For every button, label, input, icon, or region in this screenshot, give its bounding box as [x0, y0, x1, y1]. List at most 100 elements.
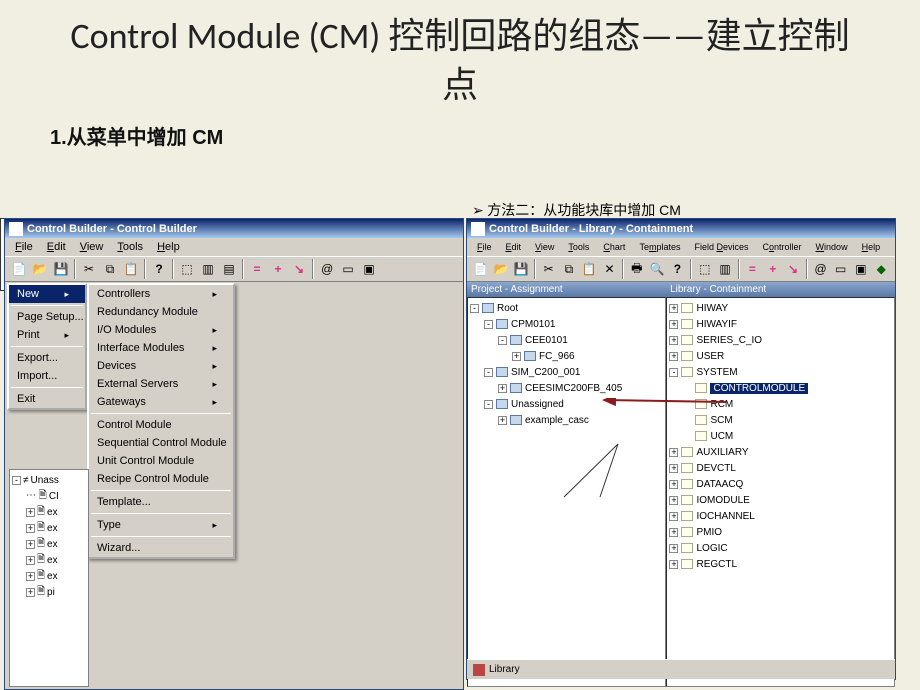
new-external-servers[interactable]: External Servers — [89, 375, 233, 393]
new-io-modules[interactable]: I/O Modules — [89, 321, 233, 339]
tb-at[interactable]: @ — [811, 259, 830, 279]
tb-at[interactable]: @ — [317, 259, 337, 279]
menu-help[interactable]: Help — [856, 241, 887, 253]
library-node[interactable]: +DATAACQ — [669, 476, 892, 492]
library-node[interactable]: -SYSTEM — [669, 364, 892, 380]
new-wizard[interactable]: Wizard... — [89, 539, 233, 557]
new-ucm[interactable]: Unit Control Module — [89, 452, 233, 470]
new-controllers[interactable]: Controllers — [89, 285, 233, 303]
file-print[interactable]: Print — [9, 326, 85, 344]
tb-box2[interactable]: ▣ — [359, 259, 379, 279]
tb-layout1[interactable]: ▥ — [198, 259, 218, 279]
new-scm[interactable]: Sequential Control Module — [89, 434, 233, 452]
new-rcm[interactable]: Recipe Control Module — [89, 470, 233, 488]
tb-green[interactable]: ◆ — [872, 259, 891, 279]
tb-box1[interactable]: ▭ — [831, 259, 850, 279]
new-submenu[interactable]: Controllers Redundancy Module I/O Module… — [87, 283, 235, 559]
library-node[interactable]: +PMIO — [669, 524, 892, 540]
project-node[interactable]: -CEE0101 — [470, 332, 663, 348]
project-node[interactable]: -Unassigned — [470, 396, 663, 412]
tb-save[interactable]: 💾 — [512, 259, 531, 279]
menu-edit[interactable]: Edit — [41, 240, 72, 254]
tb-pink-link[interactable]: ↘ — [783, 259, 802, 279]
library-node[interactable]: UCM — [669, 428, 892, 444]
tb-pink-eq[interactable]: = — [247, 259, 267, 279]
library-node[interactable]: +IOCHANNEL — [669, 508, 892, 524]
new-redundancy[interactable]: Redundancy Module — [89, 303, 233, 321]
menu-window[interactable]: Window — [810, 241, 854, 253]
library-node[interactable]: RCM — [669, 396, 892, 412]
new-type[interactable]: Type — [89, 516, 233, 534]
left-tree[interactable]: -≠ Unass ⋯ 🗎 CI +🗎 ex +🗎 ex +🗎 ex +🗎 ex … — [9, 469, 89, 687]
menu-tools[interactable]: Tools — [111, 240, 149, 254]
project-node[interactable]: -CPM0101 — [470, 316, 663, 332]
project-node[interactable]: +FC_966 — [470, 348, 663, 364]
tb-pink-link[interactable]: ↘ — [289, 259, 309, 279]
menu-field-devices[interactable]: Field Devices — [688, 241, 754, 253]
library-node[interactable]: +LOGIC — [669, 540, 892, 556]
library-node[interactable]: +HIWAY — [669, 300, 892, 316]
file-exit[interactable]: Exit — [9, 390, 85, 408]
new-devices[interactable]: Devices — [89, 357, 233, 375]
library-node[interactable]: +REGCTL — [669, 556, 892, 572]
tb-cut[interactable]: ✂ — [539, 259, 558, 279]
new-interface-modules[interactable]: Interface Modules — [89, 339, 233, 357]
tb-layout2[interactable]: ▤ — [219, 259, 239, 279]
file-menu[interactable]: New Page Setup... Print Export... Import… — [7, 283, 87, 410]
project-node[interactable]: +example_casc — [470, 412, 663, 428]
project-node[interactable]: -Root — [470, 300, 663, 316]
file-page-setup[interactable]: Page Setup... — [9, 308, 85, 326]
menu-edit[interactable]: Edit — [500, 241, 528, 253]
tb-help-cursor[interactable]: ? — [149, 259, 169, 279]
tb-layout[interactable]: ▥ — [715, 259, 734, 279]
tb-find[interactable]: 🔍 — [648, 259, 667, 279]
menu-chart[interactable]: Chart — [597, 241, 631, 253]
file-new[interactable]: New — [9, 285, 85, 303]
menu-controller[interactable]: Controller — [757, 241, 808, 253]
tb-tree[interactable]: ⬚ — [177, 259, 197, 279]
tb-print[interactable]: 🖶 — [627, 259, 646, 279]
project-node[interactable]: -SIM_C200_001 — [470, 364, 663, 380]
tb-delete[interactable]: ✕ — [600, 259, 619, 279]
project-tree[interactable]: -Root-CPM0101-CEE0101+FC_966-SIM_C200_00… — [467, 297, 666, 687]
tb-paste[interactable]: 📋 — [121, 259, 141, 279]
menu-file[interactable]: File — [9, 240, 39, 254]
library-node[interactable]: +HIWAYIF — [669, 316, 892, 332]
new-template[interactable]: Template... — [89, 493, 233, 511]
menu-help[interactable]: Help — [151, 240, 186, 254]
file-import[interactable]: Import... — [9, 367, 85, 385]
menu-view[interactable]: View — [529, 241, 560, 253]
tb-pink-plus[interactable]: + — [268, 259, 288, 279]
tb-cut[interactable]: ✂ — [79, 259, 99, 279]
menu-tools[interactable]: Tools — [562, 241, 595, 253]
tb-box1[interactable]: ▭ — [338, 259, 358, 279]
library-tree[interactable]: +HIWAY+HIWAYIF+SERIES_C_IO+USER-SYSTEMCO… — [666, 297, 895, 687]
status-tab[interactable]: Library — [489, 664, 520, 675]
tb-copy[interactable]: ⧉ — [100, 259, 120, 279]
tb-help-cursor[interactable]: ? — [668, 259, 687, 279]
tb-save[interactable]: 💾 — [51, 259, 71, 279]
project-node[interactable]: +CEESIMC200FB_405 — [470, 380, 663, 396]
tb-new[interactable]: 📄 — [471, 259, 490, 279]
tb-tree[interactable]: ⬚ — [695, 259, 714, 279]
library-node[interactable]: +SERIES_C_IO — [669, 332, 892, 348]
tb-open[interactable]: 📂 — [491, 259, 510, 279]
library-node[interactable]: CONTROLMODULE — [669, 380, 892, 396]
tb-pink-plus[interactable]: + — [763, 259, 782, 279]
library-node[interactable]: +DEVCTL — [669, 460, 892, 476]
right-menubar[interactable]: File Edit View Tools Chart Templates Fie… — [467, 238, 895, 256]
tb-box2[interactable]: ▣ — [851, 259, 870, 279]
left-menubar[interactable]: File Edit View Tools Help — [5, 238, 463, 256]
library-node[interactable]: +USER — [669, 348, 892, 364]
tb-open[interactable]: 📂 — [30, 259, 50, 279]
library-node[interactable]: SCM — [669, 412, 892, 428]
menu-view[interactable]: View — [74, 240, 110, 254]
tb-paste[interactable]: 📋 — [580, 259, 599, 279]
tb-pink-eq[interactable]: = — [743, 259, 762, 279]
file-export[interactable]: Export... — [9, 349, 85, 367]
menu-file[interactable]: File — [471, 241, 498, 253]
library-node[interactable]: +AUXILIARY — [669, 444, 892, 460]
tb-copy[interactable]: ⧉ — [559, 259, 578, 279]
new-gateways[interactable]: Gateways — [89, 393, 233, 411]
new-control-module[interactable]: Control Module — [89, 416, 233, 434]
